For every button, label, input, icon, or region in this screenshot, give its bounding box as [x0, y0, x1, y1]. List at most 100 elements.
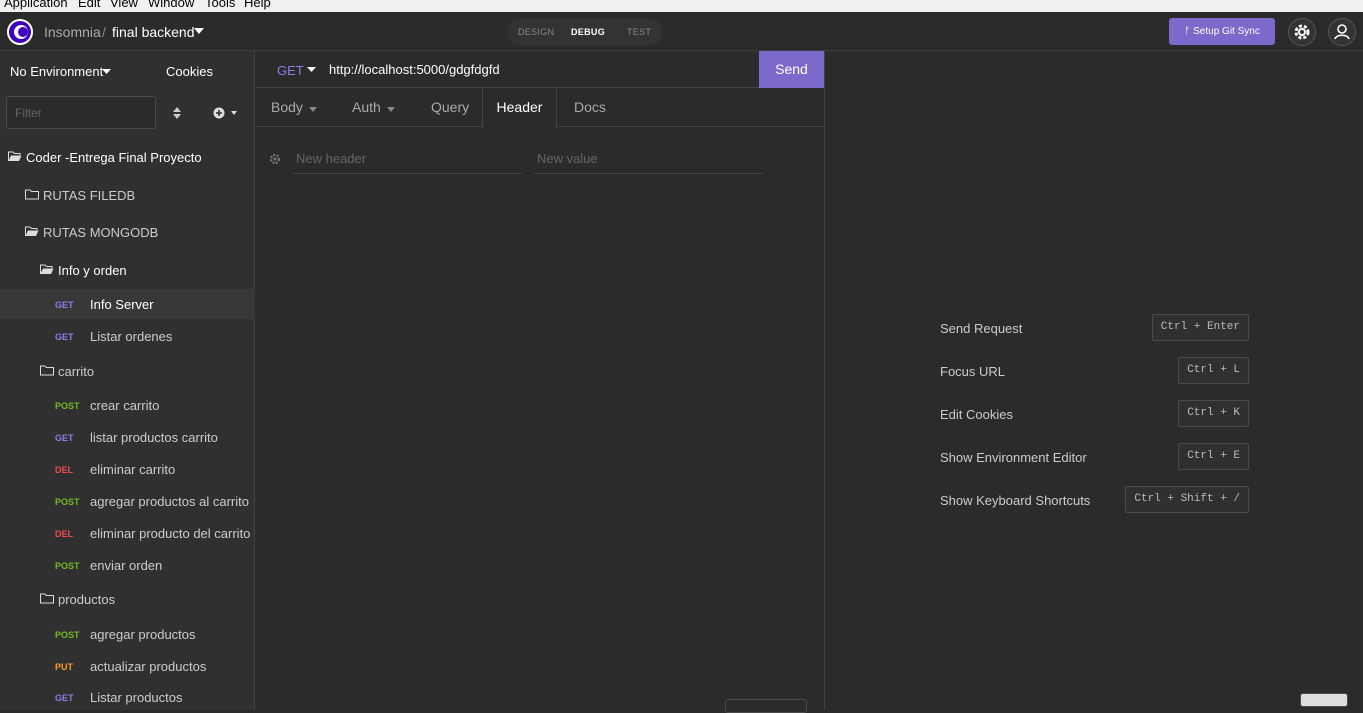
tab-header[interactable]: Header: [482, 88, 557, 128]
sidebar-request[interactable]: POST enviar orden: [0, 550, 255, 580]
sidebar-request[interactable]: PUT actualizar productos: [0, 651, 255, 681]
environment-chevron-down-icon[interactable]: [102, 69, 111, 74]
menubar: Application Edit View Window Tools Help: [0, 0, 1363, 12]
sidebar-folder[interactable]: Coder -Entrega Final Proyecto: [0, 142, 255, 172]
shortcut-send-request: Send Request Ctrl + Enter: [940, 314, 1250, 341]
sidebar-folder[interactable]: carrito: [0, 356, 255, 386]
shortcut-environment-editor: Show Environment Editor Ctrl + E: [940, 443, 1250, 470]
method-badge: POST: [55, 630, 80, 640]
shortcut-keys: Ctrl + K: [1178, 400, 1249, 427]
environment-selector[interactable]: No Environment: [10, 64, 103, 79]
sidebar-request[interactable]: POST agregar productos: [0, 619, 255, 649]
method-badge: POST: [55, 497, 80, 507]
sidebar-request[interactable]: POST agregar productos al carrito: [0, 486, 255, 516]
record-button[interactable]: [1300, 693, 1348, 707]
method-selector[interactable]: GET: [277, 63, 304, 78]
gear-icon[interactable]: [269, 153, 281, 165]
method-badge: POST: [55, 561, 80, 571]
gear-icon: [1294, 24, 1310, 40]
new-value-input[interactable]: [534, 144, 763, 174]
git-sync-label: Setup Git Sync: [1193, 26, 1260, 37]
method-badge: GET: [55, 300, 74, 310]
sidebar-request[interactable]: GET Listar productos: [0, 682, 255, 712]
shortcut-label: Edit Cookies: [940, 407, 1013, 422]
shortcut-keys: Ctrl + E: [1178, 443, 1249, 470]
url-input[interactable]: http://localhost:5000/gdgfdgfd: [329, 62, 500, 77]
folder-open-icon: [40, 264, 54, 274]
folder-icon: [40, 365, 54, 376]
setup-git-sync-button[interactable]: ᚠ Setup Git Sync: [1169, 18, 1275, 45]
folder-label: productos: [58, 592, 116, 607]
tab-query[interactable]: Query: [431, 88, 469, 127]
url-bar: GET http://localhost:5000/gdgfdgfd Send: [256, 51, 824, 88]
menu-view[interactable]: View: [110, 0, 138, 10]
folder-label: RUTAS MONGODB: [43, 225, 159, 240]
sidebar-request[interactable]: DEL eliminar carrito: [0, 454, 255, 484]
bulk-edit-button[interactable]: [725, 699, 807, 713]
method-chevron-down-icon[interactable]: [307, 67, 316, 72]
workspace-chevron-down-icon[interactable]: [194, 28, 204, 34]
auth-chevron-down-icon: [386, 107, 395, 112]
request-label: enviar orden: [90, 558, 163, 573]
sidebar-folder[interactable]: Info y orden: [0, 255, 255, 285]
sidebar-request[interactable]: DEL eliminar producto del carrito: [0, 518, 255, 548]
method-badge: GET: [55, 332, 74, 342]
menu-tools[interactable]: Tools: [205, 0, 235, 10]
account-button[interactable]: [1328, 18, 1356, 46]
shortcut-label: Send Request: [940, 321, 1023, 336]
shortcut-label: Show Keyboard Shortcuts: [940, 493, 1091, 508]
sort-icon[interactable]: [173, 107, 181, 119]
folder-icon: [40, 593, 54, 604]
method-badge: DEL: [55, 529, 73, 539]
request-label: Info Server: [90, 297, 154, 312]
menu-application[interactable]: Application: [4, 0, 68, 10]
request-label: listar productos carrito: [90, 430, 218, 445]
sidebar-request[interactable]: GET listar productos carrito: [0, 422, 255, 452]
sidebar-folder[interactable]: productos: [0, 584, 255, 614]
mode-design[interactable]: DESIGN: [518, 27, 554, 37]
insomnia-logo-icon[interactable]: [7, 19, 33, 45]
git-branch-icon: ᚠ: [1184, 26, 1191, 37]
folder-label: carrito: [58, 364, 95, 379]
mode-test[interactable]: TEST: [627, 27, 651, 37]
method-badge: GET: [55, 433, 74, 443]
menu-help[interactable]: Help: [244, 0, 271, 10]
shortcut-keys: Ctrl + L: [1178, 357, 1249, 384]
sidebar-request[interactable]: GET Listar ordenes: [0, 321, 255, 351]
sidebar-folder[interactable]: RUTAS FILEDB: [0, 180, 255, 210]
send-button[interactable]: Send: [759, 51, 824, 88]
method-badge: POST: [55, 401, 80, 411]
tab-docs[interactable]: Docs: [574, 88, 606, 127]
tab-body[interactable]: Body: [271, 88, 317, 127]
pane-divider[interactable]: [824, 51, 825, 710]
sidebar: No Environment Cookies Coder -Entrega Fi…: [0, 51, 255, 710]
workspace-name[interactable]: final backend: [112, 24, 195, 40]
folder-open-icon: [8, 151, 22, 161]
sidebar-request[interactable]: POST crear carrito: [0, 390, 255, 420]
menu-edit[interactable]: Edit: [78, 0, 100, 10]
folder-icon: [25, 189, 39, 200]
add-item-icon[interactable]: [213, 107, 239, 119]
tab-auth-label: Auth: [352, 99, 381, 115]
filter-input[interactable]: [6, 96, 156, 129]
mode-debug[interactable]: DEBUG: [571, 27, 605, 37]
sidebar-request[interactable]: GET Info Server: [0, 289, 255, 319]
request-label: eliminar producto del carrito: [90, 526, 251, 541]
request-label: Listar ordenes: [90, 329, 173, 344]
shortcut-keys: Ctrl + Shift + /: [1125, 486, 1249, 513]
folder-label: Coder -Entrega Final Proyecto: [26, 150, 202, 165]
body-chevron-down-icon: [308, 107, 317, 112]
shortcut-edit-cookies: Edit Cookies Ctrl + K: [940, 400, 1250, 427]
settings-button[interactable]: [1288, 18, 1316, 46]
cookies-button[interactable]: Cookies: [166, 64, 213, 79]
request-label: agregar productos: [90, 627, 196, 642]
menu-window[interactable]: Window: [148, 0, 194, 10]
folder-label: RUTAS FILEDB: [43, 188, 136, 203]
shortcut-label: Show Environment Editor: [940, 450, 1087, 465]
sidebar-folder[interactable]: RUTAS MONGODB: [0, 217, 255, 247]
brand-name[interactable]: Insomnia: [44, 24, 101, 40]
request-label: agregar productos al carrito: [90, 494, 249, 509]
breadcrumb-separator: /: [102, 24, 106, 40]
tab-auth[interactable]: Auth: [352, 88, 395, 127]
new-header-input[interactable]: [293, 144, 522, 174]
